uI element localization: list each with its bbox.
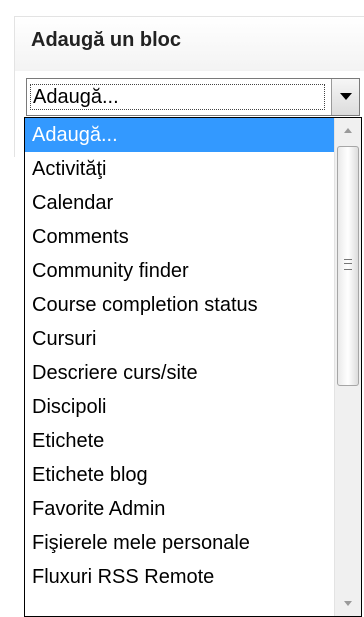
- option-etichete-blog[interactable]: Etichete blog: [25, 458, 334, 492]
- block-header: Adaugă un bloc: [15, 17, 364, 71]
- option-fisierele-mele-personale[interactable]: Fişierele mele personale: [25, 526, 334, 560]
- option-favorite-admin[interactable]: Favorite Admin: [25, 492, 334, 526]
- option-cursuri[interactable]: Cursuri: [25, 322, 334, 356]
- scrollbar-thumb[interactable]: [337, 146, 359, 386]
- block-title: Adaugă un bloc: [31, 29, 181, 51]
- dropdown-scrollbar[interactable]: [334, 118, 361, 616]
- option-calendar[interactable]: Calendar: [25, 186, 334, 220]
- option-etichete[interactable]: Etichete: [25, 424, 334, 458]
- option-comments[interactable]: Comments: [25, 220, 334, 254]
- option-community-finder[interactable]: Community finder: [25, 254, 334, 288]
- select-current-value[interactable]: Adaugă...: [30, 84, 325, 110]
- chevron-down-icon[interactable]: [331, 79, 359, 115]
- grip-icon: [344, 259, 352, 270]
- option-activitati[interactable]: Activităţi: [25, 152, 334, 186]
- scroll-up-icon[interactable]: [335, 118, 361, 142]
- option-course-completion-status[interactable]: Course completion status: [25, 288, 334, 322]
- dropdown-list[interactable]: Adaugă... Activităţi Calendar Comments C…: [24, 117, 362, 617]
- add-block-select[interactable]: Adaugă...: [26, 78, 360, 116]
- option-discipoli[interactable]: Discipoli: [25, 390, 334, 424]
- option-fluxuri-rss-remote[interactable]: Fluxuri RSS Remote: [25, 560, 334, 594]
- option-adauga[interactable]: Adaugă...: [25, 118, 334, 152]
- scroll-down-icon[interactable]: [335, 592, 361, 616]
- option-descriere-curs-site[interactable]: Descriere curs/site: [25, 356, 334, 390]
